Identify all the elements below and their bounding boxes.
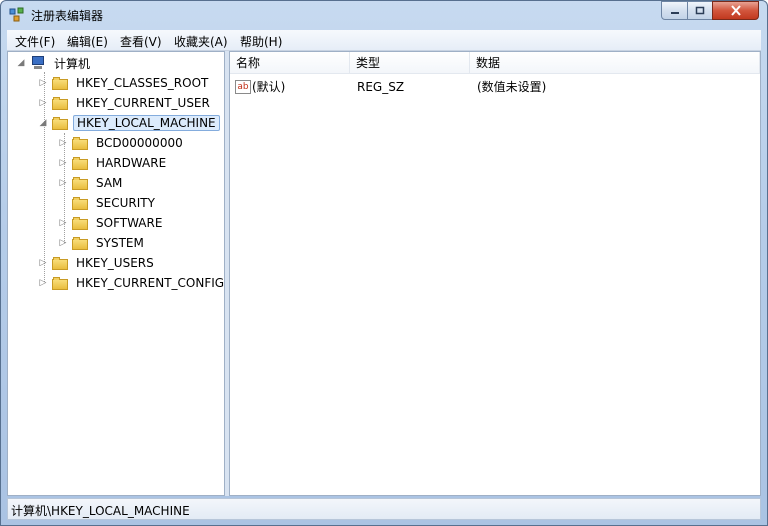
title-bar[interactable]: 注册表编辑器 [1,1,767,29]
tree-label: HKEY_USERS [76,256,154,270]
tree-node-hardware[interactable]: ▷ HARDWARE [58,153,169,173]
tree-label: HKEY_CURRENT_USER [76,96,210,110]
minimize-icon [670,11,679,14]
ab-string-icon: ab [235,80,251,94]
expand-arrow-icon[interactable]: ▷ [58,218,68,228]
tree-label-computer: 计算机 [54,56,91,71]
folder-icon [52,256,68,270]
menu-bar: 文件(F) 编辑(E) 查看(V) 收藏夹(A) 帮助(H) [7,30,761,51]
value-data[interactable]: (数值未设置) [477,77,546,97]
expand-arrow-icon[interactable]: ▷ [38,258,48,268]
folder-icon [72,216,88,230]
folder-icon [72,136,88,150]
expand-arrow-icon[interactable]: ▷ [58,138,68,148]
tree-label: HKEY_CURRENT_CONFIG [76,276,225,290]
computer-icon [30,56,46,70]
folder-icon [52,76,68,90]
menu-view[interactable]: 查看(V) [120,33,162,50]
folder-icon [72,236,88,250]
column-header-type[interactable]: 类型 [350,52,470,74]
registry-tree[interactable]: ◢ 计算机 ▷ HKEY_CLASSES_ROOT ▷ HKEY_CURRENT… [7,51,225,496]
expand-arrow-icon[interactable]: ▷ [58,158,68,168]
tree-label: SAM [96,176,123,190]
maximize-icon [695,6,705,14]
status-path: 计算机\HKEY_LOCAL_MACHINE [11,504,190,518]
tree-node-computer[interactable]: ◢ 计算机 [16,53,93,73]
expand-arrow-icon[interactable]: ▷ [58,178,68,188]
tree-node-bcd[interactable]: ▷ BCD00000000 [58,133,186,153]
expand-arrow-icon[interactable]: ▷ [38,98,48,108]
tree-node-system[interactable]: ▷ SYSTEM [58,233,147,253]
tree-node-hku[interactable]: ▷ HKEY_USERS [38,253,157,273]
value-type[interactable]: REG_SZ [357,77,404,97]
tree-node-hkcc[interactable]: ▷ HKEY_CURRENT_CONFIG [38,273,225,293]
tree-label-selected: HKEY_LOCAL_MACHINE [73,115,220,131]
tree-node-hkcr[interactable]: ▷ HKEY_CLASSES_ROOT [38,73,211,93]
tree-label: HKEY_CLASSES_ROOT [76,76,209,90]
folder-icon [72,156,88,170]
expand-arrow-icon[interactable]: ▷ [58,238,68,248]
expand-arrow-icon[interactable]: ▷ [38,278,48,288]
window-title: 注册表编辑器 [31,9,104,23]
minimize-button[interactable] [661,1,688,20]
folder-icon [52,276,68,290]
tree-node-security[interactable]: SECURITY [58,193,158,213]
regedit-icon [9,7,24,22]
menu-favorites[interactable]: 收藏夹(A) [174,33,228,50]
registry-editor-window: 注册表编辑器 文件(F) 编辑(E) 查看(V) 收藏夹(A) 帮助(H) ◢ … [0,0,768,526]
maximize-button[interactable] [687,1,713,20]
values-list[interactable]: 名称 类型 数据 ab (默认) REG_SZ (数值未设置) [229,51,761,496]
tree-label: HARDWARE [96,156,167,170]
close-button[interactable] [712,1,759,20]
folder-icon [72,176,88,190]
tree-label: BCD00000000 [96,136,183,150]
tree-node-hkcu[interactable]: ▷ HKEY_CURRENT_USER [38,93,213,113]
folder-icon [72,196,88,210]
expand-arrow-icon[interactable]: ▷ [38,78,48,88]
tree-node-software[interactable]: ▷ SOFTWARE [58,213,165,233]
folder-icon [52,96,68,110]
column-header-data[interactable]: 数据 [470,52,760,74]
column-header-name[interactable]: 名称 [230,52,350,74]
tree-node-sam[interactable]: ▷ SAM [58,173,125,193]
status-bar: 计算机\HKEY_LOCAL_MACHINE [7,498,761,520]
tree-label: SOFTWARE [96,216,163,230]
collapse-arrow-icon[interactable]: ◢ [16,58,26,68]
tree-label: SECURITY [96,196,155,210]
folder-icon [52,116,68,130]
close-icon [730,5,741,16]
menu-edit[interactable]: 编辑(E) [67,33,108,50]
value-name[interactable]: (默认) [252,77,285,97]
tree-label: SYSTEM [96,236,144,250]
collapse-arrow-icon[interactable]: ◢ [38,118,48,128]
tree-node-hklm[interactable]: ◢ HKEY_LOCAL_MACHINE [38,113,220,133]
menu-file[interactable]: 文件(F) [15,33,55,50]
menu-help[interactable]: 帮助(H) [240,33,282,50]
